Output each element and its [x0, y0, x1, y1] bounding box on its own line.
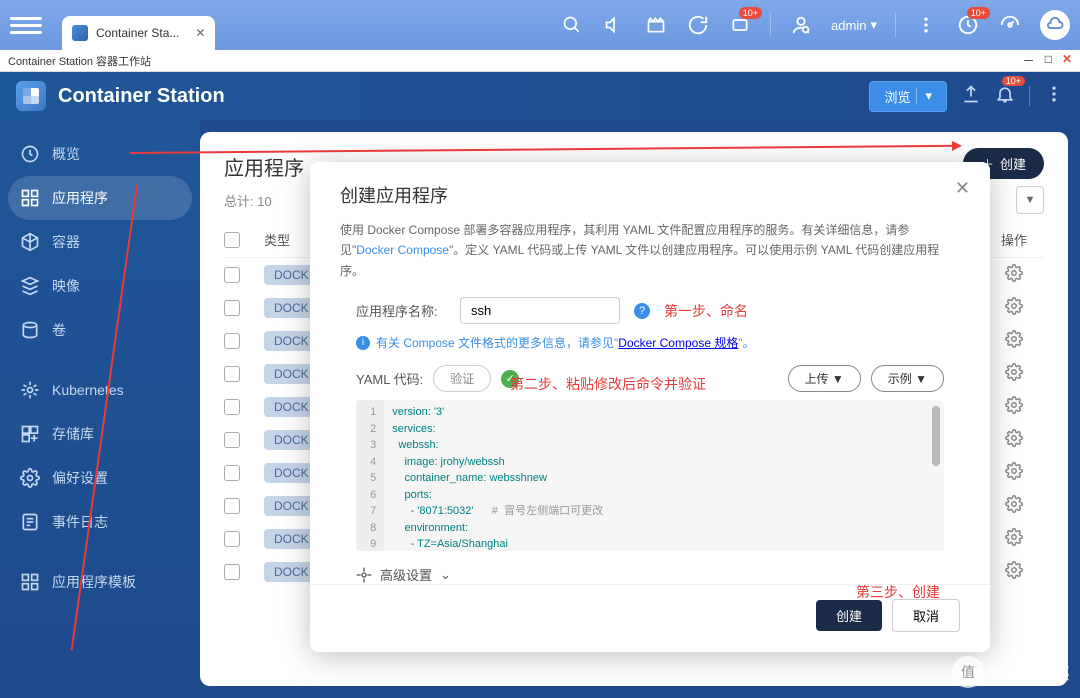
close-icon[interactable]: ✕ — [195, 26, 205, 40]
upload-icon[interactable] — [961, 84, 981, 109]
step2-annotation: 第二步、粘贴修改后命令并验证 — [510, 374, 706, 394]
row-checkbox[interactable] — [224, 531, 240, 547]
clapper-icon[interactable] — [644, 13, 668, 37]
user-icon[interactable] — [789, 13, 813, 37]
create-app-modal: 创建应用程序 ✕ 使用 Docker Compose 部署多容器应用程序，其利用… — [310, 162, 990, 652]
modal-title: 创建应用程序 — [340, 182, 960, 208]
sidebar-item-apps[interactable]: 应用程序 — [8, 176, 192, 220]
column-action: 操作 — [984, 230, 1044, 249]
app-title: Container Station — [58, 85, 225, 108]
docker-compose-link[interactable]: Docker Compose — [356, 243, 449, 257]
modal-cancel-button[interactable]: 取消 — [892, 599, 960, 632]
notification-icon[interactable]: 10+ — [728, 13, 752, 37]
gear-icon[interactable] — [1005, 264, 1023, 282]
app-logo-icon — [16, 81, 46, 111]
select-all-checkbox[interactable] — [224, 232, 240, 248]
close-icon[interactable]: ✕ — [955, 178, 970, 199]
close-button[interactable]: ✕ — [1062, 52, 1072, 69]
separator — [1029, 86, 1030, 106]
scrollbar[interactable] — [932, 406, 940, 466]
name-label: 应用程序名称: — [356, 301, 446, 320]
sidebar-item-preferences[interactable]: 偏好设置 — [0, 456, 200, 500]
row-checkbox[interactable] — [224, 300, 240, 316]
sidebar: 概览 应用程序 容器 映像 卷 Kubernetes 存储库 偏好设置 事件日志… — [0, 72, 200, 698]
cloud-icon[interactable] — [1040, 10, 1070, 40]
clock-badge: 10+ — [967, 7, 990, 19]
info-icon: i — [356, 336, 370, 350]
bell-icon[interactable]: 10+ — [995, 84, 1015, 109]
row-checkbox[interactable] — [224, 267, 240, 283]
gear-icon[interactable] — [1005, 462, 1023, 480]
gear-icon[interactable] — [1005, 297, 1023, 315]
example-button[interactable]: 示例 ▼ — [871, 365, 944, 392]
watermark: 值 什么值得买 — [952, 656, 1070, 688]
gear-icon[interactable] — [1005, 561, 1023, 579]
row-checkbox[interactable] — [224, 366, 240, 382]
volume-icon[interactable] — [602, 13, 626, 37]
sidebar-item-overview[interactable]: 概览 — [0, 132, 200, 176]
search-icon[interactable] — [560, 13, 584, 37]
advanced-settings-toggle[interactable]: 高级设置 ⌄ — [340, 551, 960, 584]
gear-icon[interactable] — [1005, 429, 1023, 447]
info-row: i 有关 Compose 文件格式的更多信息，请参见"Docker Compos… — [340, 334, 960, 351]
help-icon[interactable]: ? — [634, 303, 650, 319]
sidebar-item-volumes[interactable]: 卷 — [0, 308, 200, 352]
clock-icon[interactable]: 10+ — [956, 13, 980, 37]
hamburger-icon[interactable] — [10, 11, 42, 39]
more-icon[interactable] — [1044, 84, 1064, 109]
row-checkbox[interactable] — [224, 498, 240, 514]
yaml-editor[interactable]: 1234567891011121314 version: '3' service… — [356, 400, 944, 551]
row-checkbox[interactable] — [224, 465, 240, 481]
app-header: Container Station 浏览▾ 10+ — [0, 72, 1080, 120]
gear-icon[interactable] — [1005, 495, 1023, 513]
app-tab-title: Container Sta... — [96, 26, 179, 40]
row-checkbox[interactable] — [224, 432, 240, 448]
os-top-bar: Container Sta... ✕ 10+ admin ▾ 10+ — [0, 0, 1080, 50]
row-checkbox[interactable] — [224, 399, 240, 415]
window-title: Container Station 容器工作站 — [8, 53, 151, 69]
watermark-icon: 值 — [952, 656, 984, 688]
modal-create-button[interactable]: 创建 — [816, 600, 882, 631]
row-checkbox[interactable] — [224, 333, 240, 349]
app-tab-icon — [72, 25, 88, 41]
window-title-bar: Container Station 容器工作站 － □ ✕ — [0, 50, 1080, 72]
sidebar-item-containers[interactable]: 容器 — [0, 220, 200, 264]
upload-button[interactable]: 上传 ▼ — [788, 365, 861, 392]
separator — [895, 13, 896, 37]
app-name-input[interactable] — [460, 297, 620, 324]
gear-icon[interactable] — [1005, 528, 1023, 546]
step3-annotation: 第三步、创建 — [856, 582, 940, 602]
bell-badge: 10+ — [1002, 76, 1025, 86]
backup-icon[interactable] — [686, 13, 710, 37]
gear-icon[interactable] — [1005, 396, 1023, 414]
menu-dots-icon[interactable] — [914, 13, 938, 37]
compose-spec-link[interactable]: Docker Compose 规格 — [618, 336, 738, 350]
modal-description: 使用 Docker Compose 部署多容器应用程序，其利用 YAML 文件配… — [340, 220, 960, 281]
sidebar-item-templates[interactable]: 应用程序模板 — [0, 560, 200, 604]
minimize-button[interactable]: － — [1023, 52, 1035, 69]
admin-label[interactable]: admin ▾ — [831, 17, 877, 33]
sidebar-item-events[interactable]: 事件日志 — [0, 500, 200, 544]
dashboard-icon[interactable] — [998, 13, 1022, 37]
yaml-label: YAML 代码: — [356, 369, 423, 388]
notification-badge: 10+ — [739, 7, 762, 19]
validate-button[interactable]: 验证 — [433, 365, 491, 392]
sidebar-item-kubernetes[interactable]: Kubernetes — [0, 368, 200, 412]
dropdown-button[interactable]: ▼ — [1016, 186, 1044, 214]
gear-icon[interactable] — [1005, 363, 1023, 381]
app-tab[interactable]: Container Sta... ✕ — [62, 16, 215, 50]
separator — [770, 13, 771, 37]
sidebar-item-images[interactable]: 映像 — [0, 264, 200, 308]
maximize-button[interactable]: □ — [1045, 52, 1052, 69]
step1-annotation: 第一步、命名 — [664, 301, 748, 321]
gear-icon[interactable] — [1005, 330, 1023, 348]
chevron-down-icon: ⌄ — [440, 567, 451, 583]
browse-button[interactable]: 浏览▾ — [869, 81, 947, 112]
row-checkbox[interactable] — [224, 564, 240, 580]
